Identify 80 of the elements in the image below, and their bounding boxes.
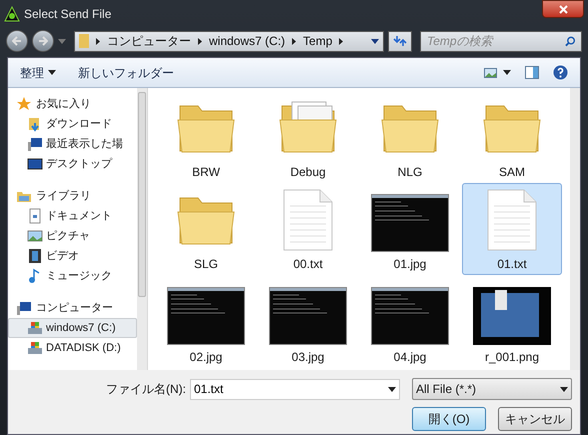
navigation-item[interactable]: 最近表示した場 xyxy=(8,134,137,154)
folder-icon xyxy=(79,34,89,48)
scroll-thumb[interactable] xyxy=(138,92,146,297)
file-item[interactable]: SLG xyxy=(156,182,256,276)
chevron-right-icon xyxy=(339,38,344,44)
preview-pane-button[interactable] xyxy=(525,66,539,79)
navigation-item[interactable]: DATADISK (D:) xyxy=(8,338,137,358)
arrow-right-icon xyxy=(38,36,48,46)
navigation-item[interactable]: windows7 (C:) xyxy=(8,318,137,338)
file-item[interactable]: NLG xyxy=(360,90,460,183)
file-name-input[interactable]: 01.txt xyxy=(194,380,388,398)
navigation-item[interactable]: ビデオ xyxy=(8,246,137,266)
breadcrumb-segment[interactable]: Temp xyxy=(303,32,332,50)
help-icon xyxy=(553,65,568,80)
navigation-item[interactable]: ミュージック xyxy=(8,266,137,286)
file-item[interactable]: 01.jpg xyxy=(360,182,460,276)
refresh-icon xyxy=(393,35,407,47)
scrollbar[interactable] xyxy=(570,88,580,370)
desktop-icon xyxy=(27,156,43,172)
navigation-item[interactable]: ピクチャ xyxy=(8,226,137,246)
search-icon xyxy=(564,36,575,46)
caret-down-icon xyxy=(503,70,511,75)
chevron-right-icon xyxy=(292,38,296,44)
drive-icon xyxy=(27,320,43,336)
file-type-dropdown[interactable]: All File (*.*) xyxy=(412,378,572,400)
close-icon xyxy=(558,4,568,14)
picture-icon xyxy=(27,228,43,244)
view-options-button[interactable] xyxy=(484,68,511,78)
navigation-item[interactable]: デスクトップ xyxy=(8,154,137,174)
app-logo-icon xyxy=(4,6,20,22)
navigation-group[interactable]: コンピューター xyxy=(36,300,113,316)
new-folder-button[interactable]: 新しいフォルダー xyxy=(78,64,174,82)
view-icon xyxy=(484,68,497,78)
file-item[interactable]: r_001.png xyxy=(462,275,562,368)
open-button[interactable]: 開く(O) xyxy=(412,407,486,431)
breadcrumb-segment[interactable]: windows7 (C:) xyxy=(209,32,286,50)
scrollbar[interactable] xyxy=(137,88,147,370)
file-item[interactable]: 00.txt xyxy=(258,182,358,276)
navigation-group[interactable]: お気に入り xyxy=(36,96,91,112)
caret-down-icon xyxy=(560,386,568,392)
back-button[interactable] xyxy=(6,30,28,52)
breadcrumb-segment[interactable]: コンピューター xyxy=(107,32,191,50)
chevron-right-icon xyxy=(198,38,202,44)
search-field[interactable]: Tempの検索 xyxy=(420,30,582,52)
organize-menu-button[interactable]: 整理 xyxy=(20,64,56,82)
help-button[interactable] xyxy=(553,65,568,80)
file-item[interactable]: Debug xyxy=(258,90,358,183)
file-item[interactable]: 04.jpg xyxy=(360,275,460,368)
cancel-button[interactable]: キャンセル xyxy=(498,407,572,431)
drive-icon xyxy=(27,340,43,356)
forward-button[interactable] xyxy=(32,30,54,52)
monitor-icon xyxy=(27,136,43,152)
file-item[interactable]: 03.jpg xyxy=(258,275,358,368)
address-bar[interactable]: コンピューター windows7 (C:) Temp xyxy=(74,30,384,52)
film-icon xyxy=(27,248,43,264)
file-item[interactable]: BRW xyxy=(156,90,256,183)
file-name-label: ファイル名(N): xyxy=(106,381,186,398)
document-icon xyxy=(27,208,43,224)
window-title: Select Send File xyxy=(24,6,112,23)
close-button[interactable] xyxy=(542,0,584,18)
navigation-group[interactable]: ライブラリ xyxy=(36,188,91,204)
search-input[interactable]: Tempの検索 xyxy=(427,32,565,50)
refresh-button[interactable] xyxy=(388,30,412,52)
address-dropdown-icon xyxy=(371,38,379,44)
caret-down-icon xyxy=(48,70,56,75)
file-item[interactable]: 02.jpg xyxy=(156,275,256,368)
arrow-left-icon xyxy=(12,36,22,46)
navigation-item[interactable]: ドキュメント xyxy=(8,206,137,226)
computer-icon xyxy=(16,300,32,316)
caret-down-icon xyxy=(388,386,396,392)
file-item[interactable]: 01.txt xyxy=(462,182,562,276)
star-icon xyxy=(16,96,32,112)
chevron-right-icon xyxy=(96,38,100,44)
history-caret-icon xyxy=(58,38,66,44)
file-item[interactable]: SAM xyxy=(462,90,562,183)
text-document-icon xyxy=(486,188,538,252)
file-name-field[interactable]: 01.txt xyxy=(190,378,400,400)
navigation-item[interactable]: ダウンロード xyxy=(8,114,137,134)
preview-pane-icon xyxy=(525,66,539,79)
text-document-icon xyxy=(282,188,334,252)
